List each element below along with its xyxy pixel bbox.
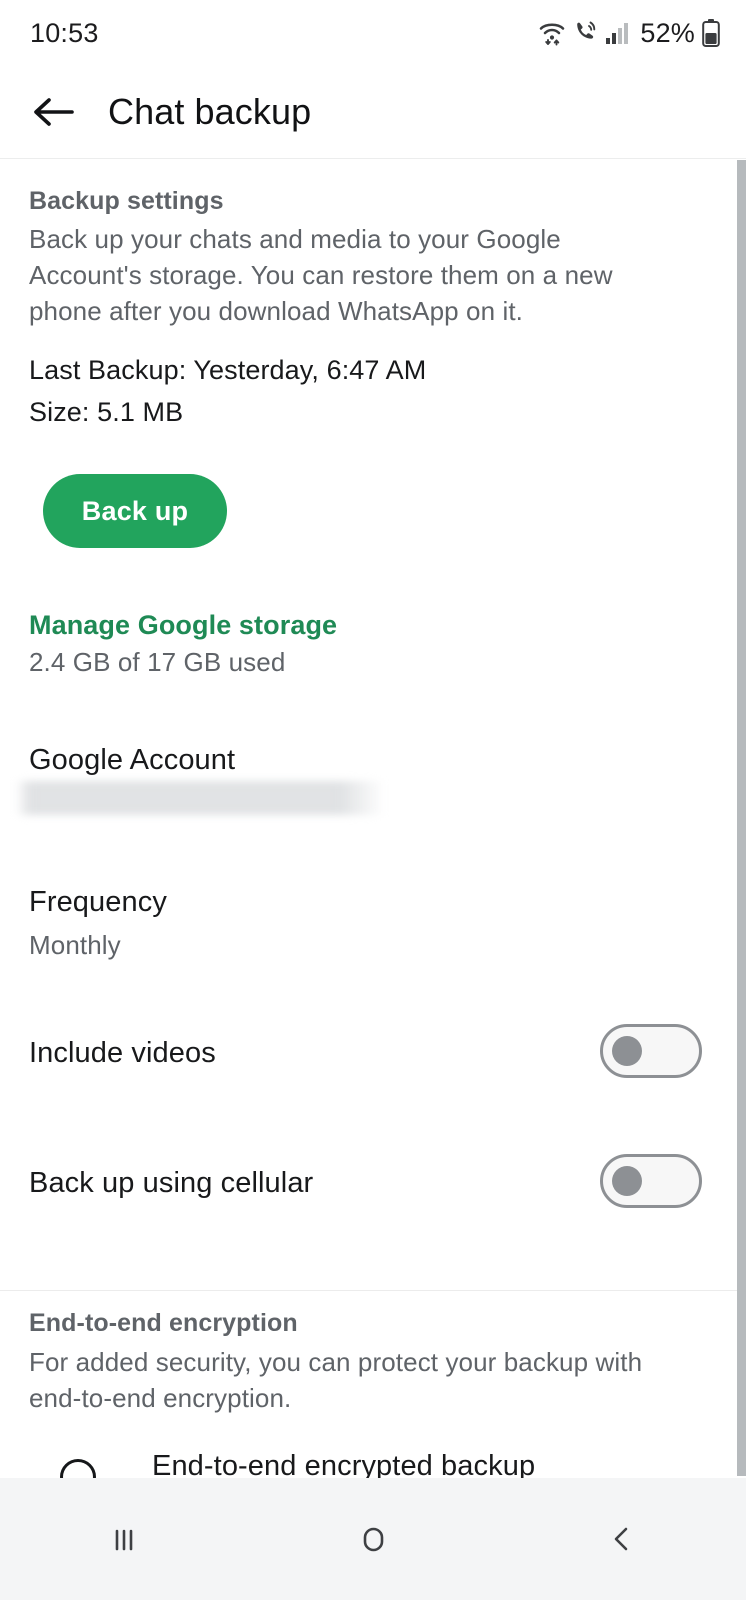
phone-screen: 10:53 52% Chat backup Backup settings Ba…: [0, 0, 746, 1600]
back-arrow-icon[interactable]: [30, 89, 76, 135]
frequency-label[interactable]: Frequency: [29, 886, 167, 919]
storage-usage-label: 2.4 GB of 17 GB used: [29, 647, 286, 677]
call-icon: [574, 19, 598, 47]
system-navigation-bar: [0, 1478, 746, 1600]
status-bar: 10:53 52%: [0, 0, 746, 66]
backup-settings-header: Backup settings: [29, 187, 224, 215]
status-bar-clock: 10:53: [30, 17, 99, 48]
toggle-knob: [612, 1166, 642, 1196]
app-bar: Chat backup: [0, 66, 746, 158]
back-up-using-cellular-label[interactable]: Back up using cellular: [29, 1167, 313, 1200]
vertical-scrollbar[interactable]: [737, 160, 746, 1476]
status-bar-icons: 52%: [537, 18, 720, 49]
battery-percent-label: 52%: [640, 17, 695, 48]
section-divider: [0, 1290, 746, 1291]
encryption-description: For added security, you can protect your…: [29, 1347, 643, 1413]
page-title: Chat backup: [108, 91, 312, 132]
wifi-icon: [537, 19, 567, 47]
back-up-button[interactable]: Back up: [43, 474, 227, 548]
frequency-value: Monthly: [29, 930, 121, 960]
google-account-value-redacted: [15, 781, 385, 815]
manage-google-storage-link[interactable]: Manage Google storage: [29, 610, 337, 641]
back-icon[interactable]: [562, 1494, 682, 1584]
backup-size-label: Size: 5.1 MB: [29, 397, 184, 427]
settings-scroll-content: Backup settings Back up your chats and m…: [0, 159, 746, 1495]
toggle-knob: [612, 1036, 642, 1066]
last-backup-label: Last Backup: Yesterday, 6:47 AM: [29, 355, 427, 385]
back-up-using-cellular-toggle[interactable]: [600, 1154, 702, 1208]
include-videos-label[interactable]: Include videos: [29, 1037, 216, 1070]
google-account-label[interactable]: Google Account: [29, 744, 235, 777]
cellular-signal-icon: [605, 20, 631, 46]
backup-settings-description: Back up your chats and media to your Goo…: [29, 224, 613, 326]
include-videos-toggle[interactable]: [600, 1024, 702, 1078]
battery-icon: [702, 18, 720, 48]
home-icon[interactable]: [313, 1494, 433, 1584]
encryption-header: End-to-end encryption: [29, 1309, 298, 1337]
recents-icon[interactable]: [64, 1494, 184, 1584]
